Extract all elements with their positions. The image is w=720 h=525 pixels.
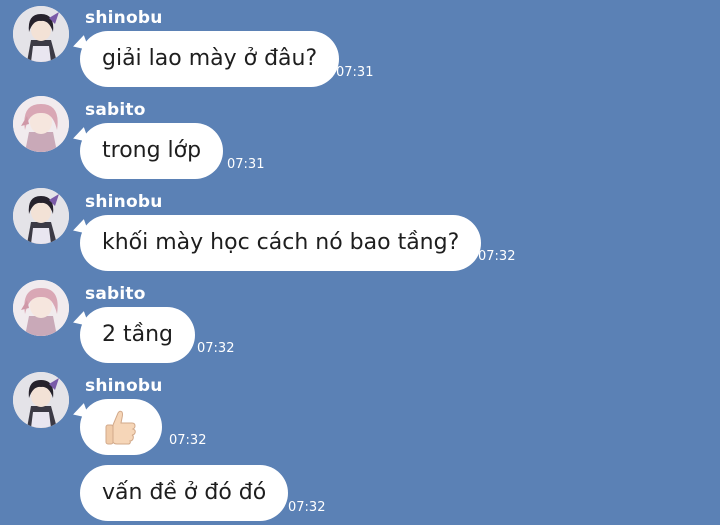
message-bubble[interactable]: vấn đề ở đó đó (80, 465, 289, 521)
message-bubble[interactable]: 2 tầng (80, 307, 196, 363)
message-bubble[interactable]: khối mày học cách nó bao tầng? (80, 215, 482, 271)
message-time: 07:32 (288, 500, 326, 515)
message-time: 07:32 (478, 249, 516, 264)
message-time: 07:32 (169, 433, 207, 448)
message-bubble[interactable]: giải lao mày ở đâu? (80, 31, 340, 87)
message-bubble-emoji[interactable]: 👍🏻 (80, 399, 162, 455)
message-time: 07:32 (197, 341, 235, 356)
sender-name: shinobu (85, 8, 163, 28)
sender-name: sabito (85, 100, 146, 120)
avatar-shinobu[interactable] (13, 372, 69, 428)
message-time: 07:31 (227, 157, 265, 172)
sender-name: shinobu (85, 192, 163, 212)
sender-name: shinobu (85, 376, 163, 396)
avatar-sabito[interactable] (13, 96, 69, 152)
message-bubble[interactable]: trong lớp (80, 123, 224, 179)
avatar-shinobu[interactable] (13, 188, 69, 244)
avatar-shinobu[interactable] (13, 6, 69, 62)
sender-name: sabito (85, 284, 146, 304)
avatar-sabito[interactable] (13, 280, 69, 336)
thumbs-up-icon (105, 410, 136, 445)
message-time: 07:31 (336, 65, 374, 80)
